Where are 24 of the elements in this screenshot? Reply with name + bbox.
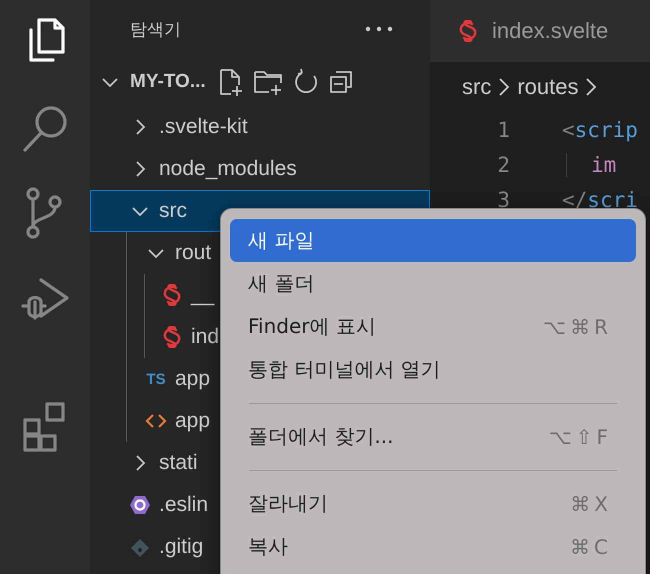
code-line: </scri: [562, 188, 638, 212]
line-number: 3: [496, 188, 511, 212]
ts-icon: TS: [146, 370, 166, 388]
file-name: rout: [175, 241, 212, 265]
panel-title: 탐색기: [130, 18, 181, 40]
file-name: .gitig: [159, 535, 204, 559]
code-line: <scrip: [562, 118, 638, 142]
file-name: .svelte-kit: [159, 115, 248, 139]
shortcut-label: ⌥⇧F: [548, 424, 612, 448]
file-name: app: [175, 409, 210, 433]
file-name: app: [175, 367, 210, 391]
file-name: ind: [191, 325, 220, 349]
code-line: im: [566, 152, 616, 176]
file-name: src: [159, 199, 187, 223]
file-name: __: [191, 283, 214, 307]
folder-name: MY-TO...: [130, 71, 206, 93]
line-number: 1: [496, 118, 511, 142]
shortcut-label: ⌘X: [570, 492, 612, 516]
shortcut-label: ⌘C: [570, 534, 612, 558]
file-name: .eslin: [159, 493, 208, 517]
shortcut-label: ⌥⌘R: [543, 314, 612, 338]
file-name: node_modules: [159, 157, 297, 181]
file-name: stati: [159, 451, 198, 475]
line-number: 2: [496, 152, 511, 176]
